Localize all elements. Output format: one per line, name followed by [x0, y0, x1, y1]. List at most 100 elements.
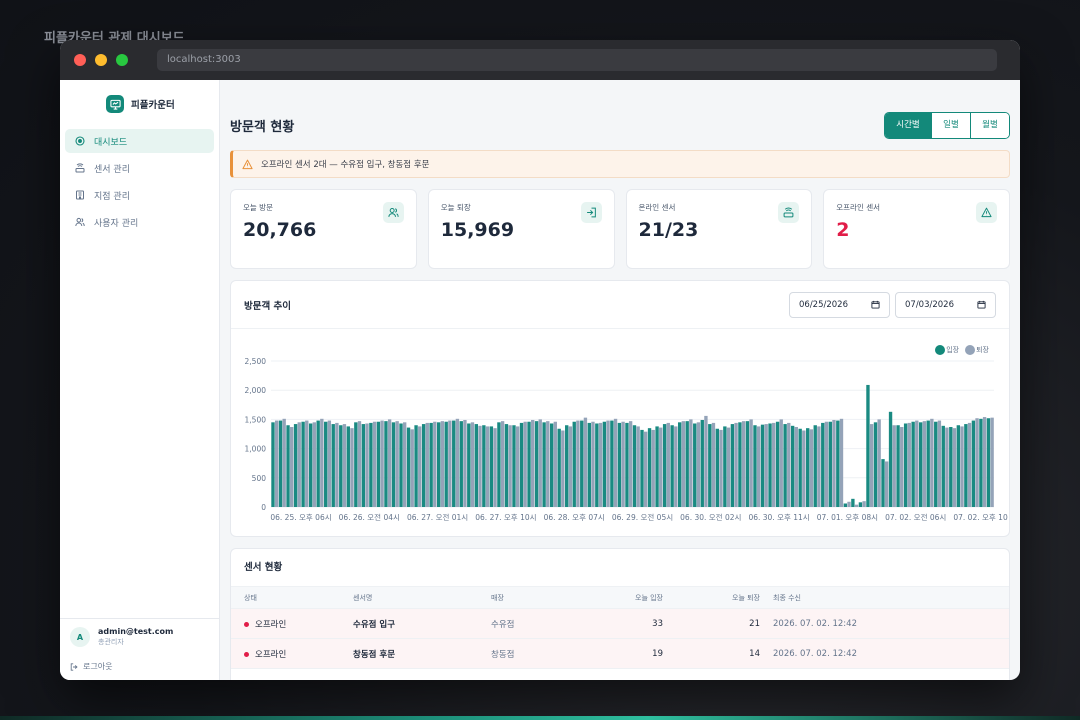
bar-out	[832, 419, 836, 507]
bar-in	[821, 422, 825, 507]
bar-in	[911, 421, 915, 507]
address-bar[interactable]: localhost:3003	[157, 49, 997, 71]
bar-in	[677, 422, 682, 507]
visitor-trend-card: 방문객 추이 06/25/2026 07/03/2026 입장 퇴장 0 500…	[230, 280, 1010, 537]
bar-out	[553, 421, 557, 507]
brand-name: 피플카운터	[131, 100, 175, 111]
last-received-cell: 2026. 07. 02. 12:42	[760, 638, 1009, 669]
last-received-cell: 2026. 07. 02. 12:42	[760, 608, 1009, 639]
bar-out	[433, 421, 437, 507]
bar-out	[380, 420, 384, 507]
bar-in	[738, 422, 742, 507]
stat-label: 온라인 센서	[638, 203, 676, 212]
bar-out	[628, 421, 633, 507]
bar-in	[964, 424, 968, 507]
bar-in	[685, 421, 689, 507]
bar-in	[414, 425, 418, 507]
sidebar-item-dashboard[interactable]: 대시보드	[65, 129, 214, 153]
x-tick-label: 06. 27. 오전 01시	[407, 512, 468, 522]
bar-out	[606, 420, 610, 507]
table-row[interactable]: 오프라인 창동점 후문 창동점 19 14 2026. 07. 02. 12:4…	[231, 638, 1009, 669]
segment-monthly[interactable]: 월별	[970, 112, 1009, 138]
sidebar-item-sensors[interactable]: 센서 관리	[65, 156, 214, 180]
close-window-button[interactable]	[74, 54, 86, 66]
bar-out	[523, 421, 527, 507]
bar-out	[862, 501, 866, 507]
segment-hourly[interactable]: 시간별	[885, 112, 931, 138]
x-tick-label: 07. 02. 오전 06시	[885, 512, 946, 522]
date-from-input[interactable]: 06/25/2026	[789, 291, 890, 318]
bar-in	[745, 421, 750, 507]
chart-header: 방문객 추이 06/25/2026 07/03/2026	[231, 281, 1009, 329]
today-in-cell: 19	[581, 638, 663, 669]
bar-in	[384, 421, 388, 507]
bar-in	[512, 425, 516, 507]
maximize-window-button[interactable]	[116, 54, 128, 66]
y-tick-label: 1,000	[245, 445, 267, 454]
bar-in	[286, 425, 290, 507]
stat-cards: 오늘 방문 20,766 오늘 퇴장 15,969 온라인 센서 21/23 오…	[230, 189, 1010, 269]
bar-in	[813, 425, 817, 507]
bar-out	[305, 420, 309, 507]
date-from-value: 06/25/2026	[799, 299, 848, 310]
bar-in	[730, 424, 735, 507]
visitor-bar-chart: 0 500 1,000 1,500 2,000 2,500 06. 25. 오후 06시 06…	[245, 357, 1008, 522]
bar-out	[402, 422, 407, 507]
bar-out	[515, 426, 520, 507]
bar-out	[794, 426, 798, 507]
bar-in	[888, 411, 893, 507]
table-row[interactable]: 오프라인 수유점 입구 수유점 33 21 2026. 07. 02. 12:4…	[231, 608, 1009, 639]
bar-out	[975, 418, 979, 507]
bar-out	[418, 426, 422, 507]
bar-in	[775, 421, 780, 507]
stat-card-online-sensors: 온라인 센서 21/23	[625, 189, 813, 269]
brand[interactable]: 피플카운터	[60, 80, 219, 118]
browser-titlebar: localhost:3003	[60, 40, 1020, 80]
bar-out	[907, 422, 911, 507]
bar-out	[937, 420, 942, 507]
bar-out	[576, 420, 580, 507]
bar-in	[753, 425, 757, 507]
date-to-input[interactable]: 07/03/2026	[895, 291, 996, 318]
minimize-window-button[interactable]	[95, 54, 107, 66]
sidebar-item-stores[interactable]: 지점 관리	[65, 183, 214, 207]
bar-in	[271, 422, 275, 507]
bar-in	[708, 424, 712, 507]
bar-out	[643, 431, 648, 507]
bar-out	[696, 422, 701, 507]
logout-button[interactable]: 로그아웃	[70, 661, 209, 672]
user-profile: A admin@test.com 총관리자	[70, 627, 209, 647]
sensor-name-cell: 창동점 후문	[353, 638, 491, 669]
bar-in	[896, 425, 900, 507]
bar-out	[847, 501, 851, 507]
bar-in	[941, 425, 945, 507]
bar-in	[828, 421, 832, 507]
bar-out	[546, 421, 550, 507]
bar-in	[903, 423, 908, 507]
bar-in	[632, 425, 637, 507]
status-text: 오프라인	[255, 649, 287, 660]
segment-daily[interactable]: 일별	[931, 112, 970, 138]
warning-icon	[976, 202, 997, 223]
bar-in	[956, 425, 961, 507]
bar-out	[478, 425, 482, 507]
stat-card-offline-sensors: 오프라인 센서 2	[823, 189, 1010, 269]
bar-in	[346, 426, 350, 507]
bar-in	[647, 428, 652, 507]
sidebar-item-users[interactable]: 사용자 관리	[65, 210, 214, 234]
bar-in	[452, 420, 456, 507]
page-header: 방문객 현황 시간별 일별 월별	[230, 111, 1010, 139]
bar-out	[749, 419, 753, 507]
bar-in	[293, 424, 298, 507]
bar-out	[900, 426, 904, 507]
sidebar-item-label: 지점 관리	[94, 191, 130, 202]
bar-in	[354, 422, 358, 507]
bar-out	[365, 423, 369, 507]
bar-in	[625, 422, 629, 507]
bar-out	[568, 426, 573, 507]
bar-out	[297, 422, 301, 507]
bar-out	[877, 419, 881, 507]
sidebar-item-label: 대시보드	[94, 137, 128, 148]
stat-label: 오프라인 센서	[836, 203, 881, 212]
bar-in	[316, 420, 320, 507]
